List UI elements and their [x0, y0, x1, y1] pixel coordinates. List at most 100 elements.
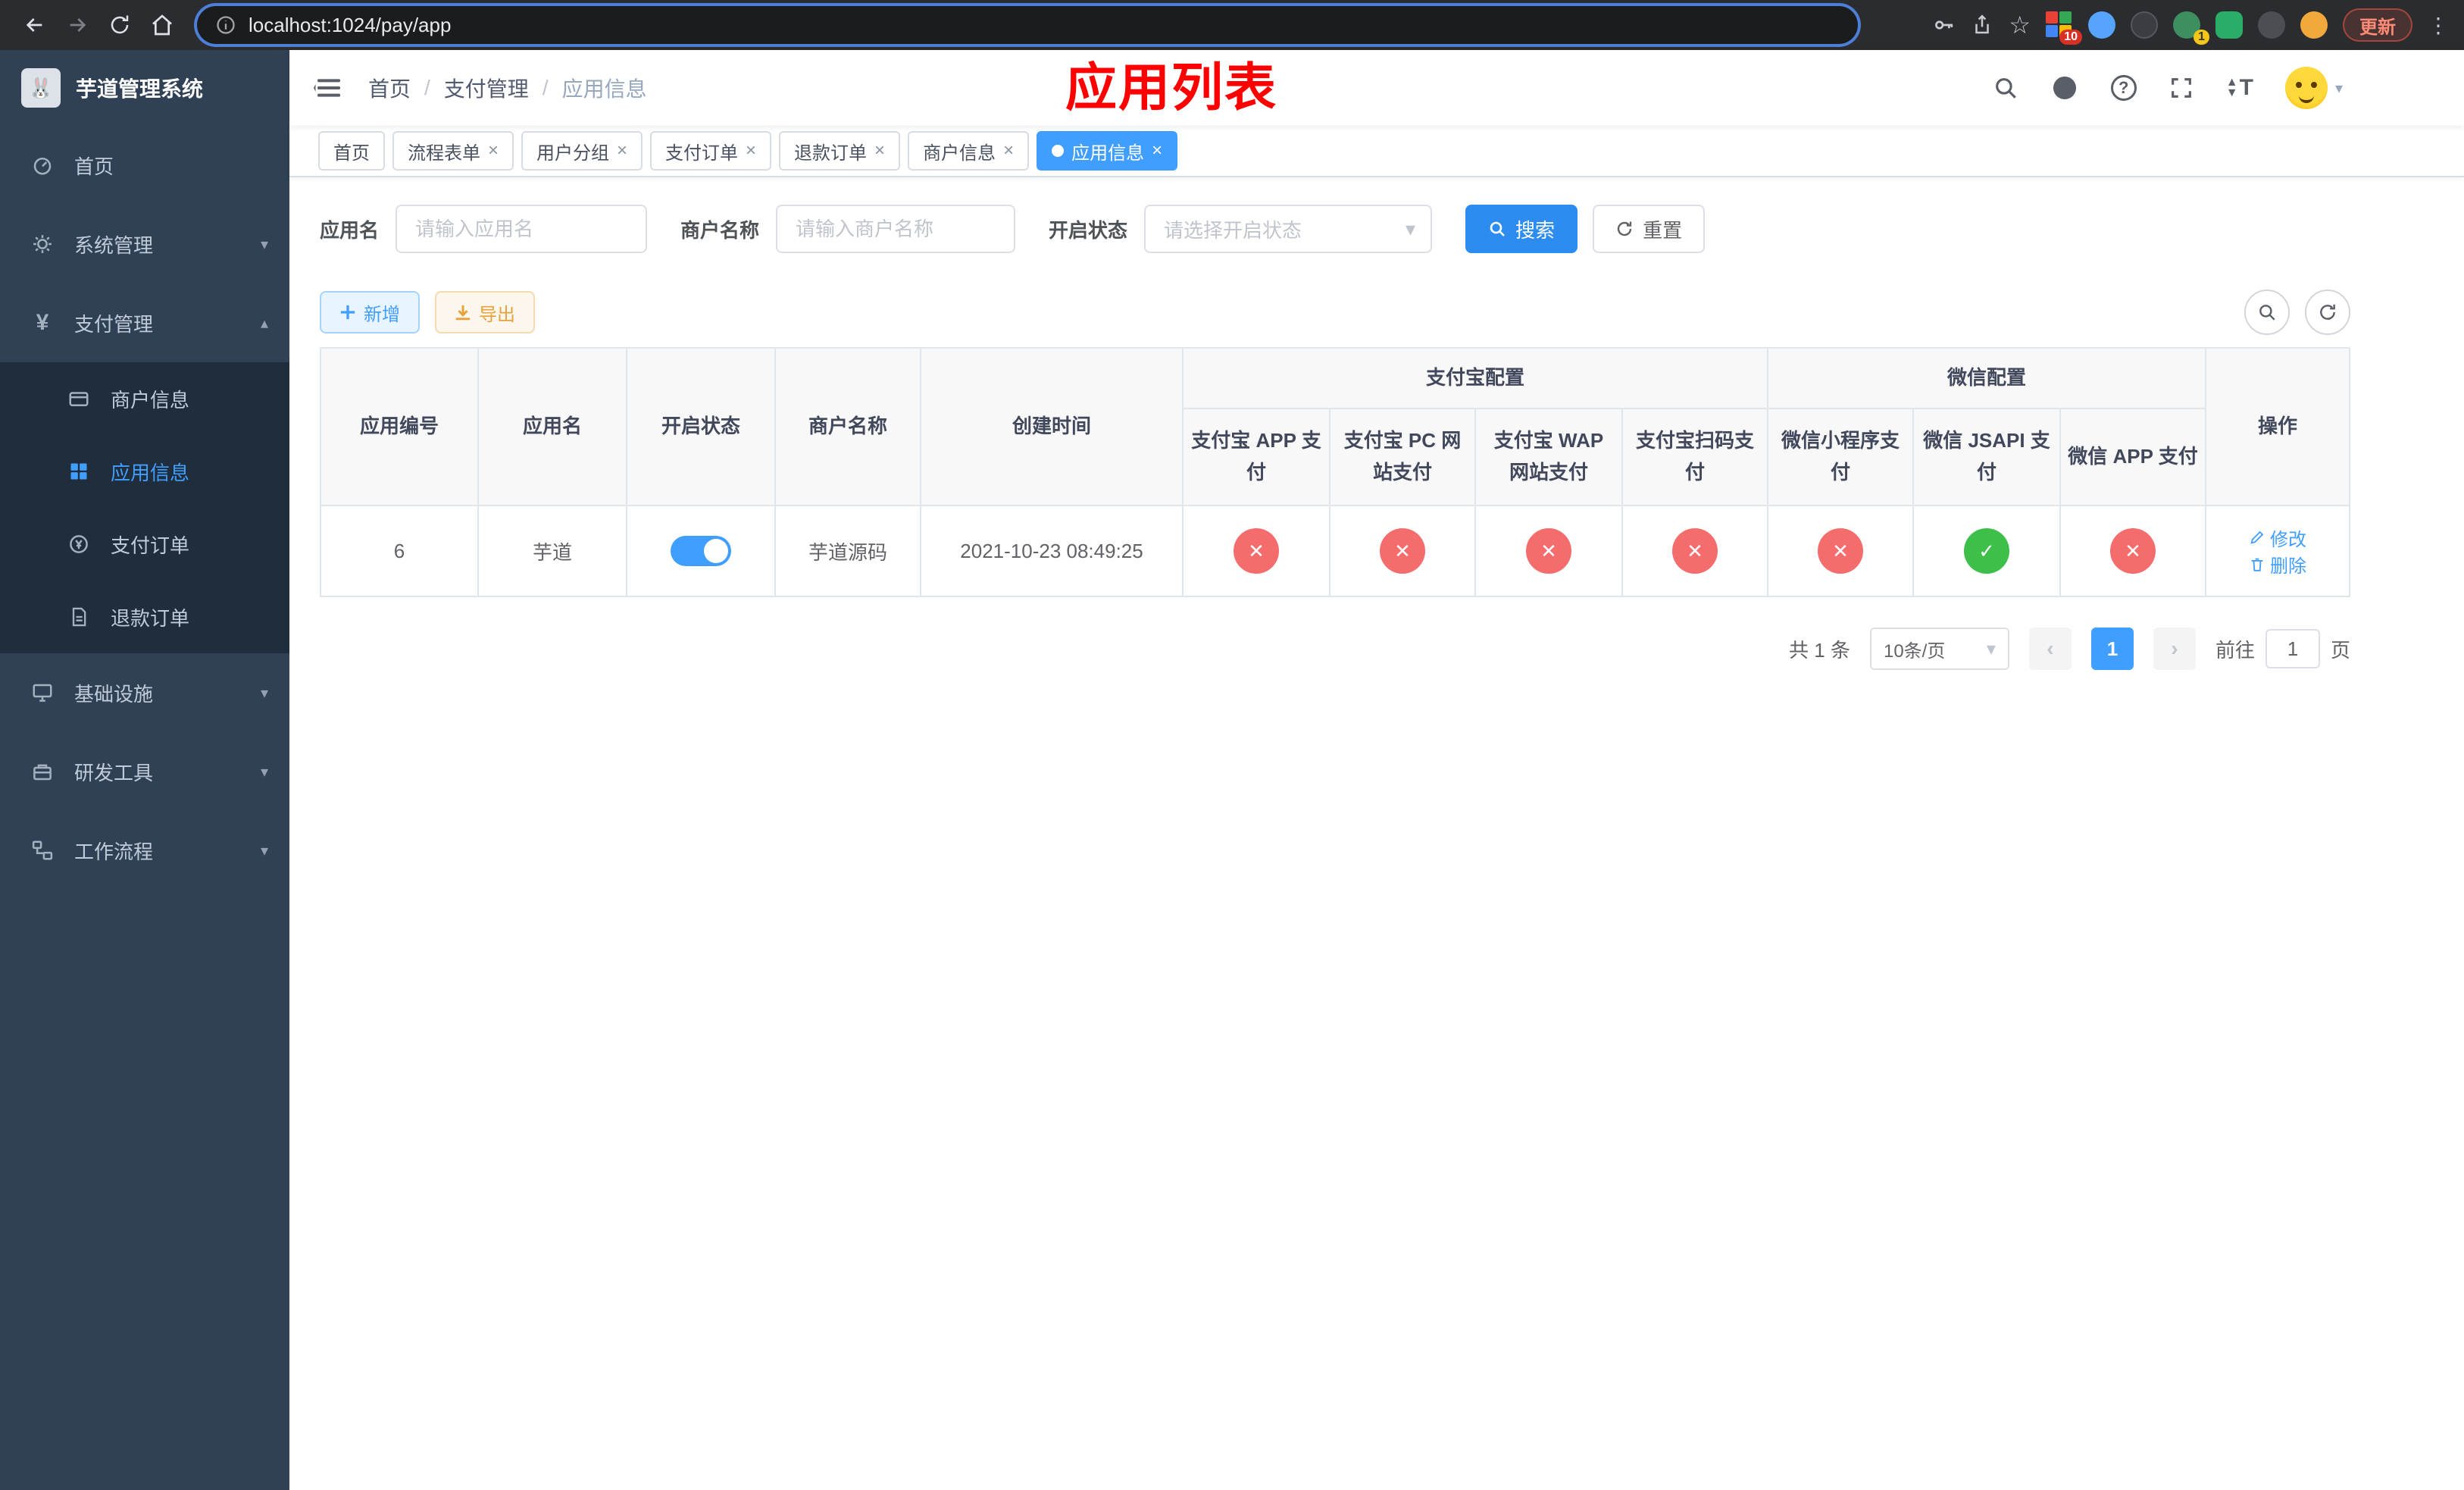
font-size-icon[interactable]: ▲ ▼ T [2226, 75, 2253, 101]
address-bar[interactable]: localhost:1024/pay/app [197, 6, 1858, 44]
extension-drop-icon[interactable] [2088, 11, 2115, 39]
tab-close-icon[interactable]: × [1152, 142, 1162, 160]
merchant-name-input[interactable] [776, 205, 1016, 253]
tab-close-icon[interactable]: × [874, 142, 885, 160]
breadcrumb-separator: / [542, 76, 549, 99]
extension-face-icon[interactable] [2300, 11, 2328, 39]
chevron-down-icon: ▾ [2334, 80, 2343, 97]
tab-pay-order[interactable]: 支付订单 × [650, 131, 772, 171]
cell-wx-mini [1767, 505, 1915, 597]
site-info-icon[interactable] [215, 14, 236, 36]
forward-icon[interactable] [58, 5, 97, 45]
refresh-icon[interactable] [2305, 290, 2350, 335]
extension-wechat-icon[interactable] [2215, 11, 2243, 39]
share-icon[interactable] [1971, 14, 1993, 36]
tab-close-icon[interactable]: × [746, 142, 756, 160]
workflow-icon [30, 838, 55, 862]
browser-chrome: localhost:1024/pay/app ☆ 10 1 更新 ⋮ [0, 0, 2464, 50]
tab-label: 退款订单 [794, 142, 868, 164]
extension-dark-icon[interactable] [2131, 11, 2158, 39]
sidebar-item-label: 首页 [74, 155, 114, 178]
add-button-label: 新增 [364, 304, 400, 325]
sidebar-item-app-info[interactable]: 应用信息 [0, 435, 289, 508]
page-number-button[interactable]: 1 [2090, 628, 2134, 670]
sidebar-item-label: 商户信息 [111, 388, 190, 412]
goto-prefix: 前往 [2215, 638, 2255, 662]
prev-page-button[interactable]: ‹ [2028, 628, 2072, 670]
sidebar-item-pay-order[interactable]: 支付订单 [0, 508, 289, 581]
hide-search-icon[interactable] [2244, 290, 2290, 335]
sidebar-item-payment[interactable]: ¥ 支付管理 ▴ [0, 283, 289, 362]
tab-user-group[interactable]: 用户分组 × [521, 131, 643, 171]
sidebar-item-system[interactable]: 系统管理 ▾ [0, 205, 289, 283]
table-toolbar: 新增 导出 [320, 290, 2350, 335]
tab-label: 首页 [333, 142, 370, 164]
bookmark-star-icon[interactable]: ☆ [2009, 11, 2031, 39]
tab-home[interactable]: 首页 [318, 131, 385, 171]
tab-label: 商户信息 [923, 142, 996, 164]
update-button[interactable]: 更新 [2343, 8, 2412, 42]
dashboard-icon [30, 153, 55, 177]
status-cross-icon [1234, 528, 1279, 574]
breadcrumb-home[interactable]: 首页 [368, 73, 411, 103]
sidebar-item-infrastructure[interactable]: 基础设施 ▾ [0, 653, 289, 732]
github-icon[interactable] [2050, 74, 2079, 102]
tab-close-icon[interactable]: × [1003, 142, 1014, 160]
home-icon[interactable] [142, 5, 182, 45]
status-cross-icon [1526, 528, 1571, 574]
search-icon[interactable] [1993, 75, 2018, 101]
tab-close-icon[interactable]: × [617, 142, 627, 160]
browser-menu-icon[interactable]: ⋮ [2428, 13, 2449, 38]
tab-bar: 首页 流程表单 × 用户分组 × 支付订单 × 退款订单 × 商户信息 × 应用信息 × [289, 126, 2464, 177]
status-select[interactable]: 请选择开启状态 ▾ [1144, 205, 1433, 253]
status-toggle[interactable] [671, 536, 731, 566]
cell-alipay-wap [1474, 505, 1623, 597]
tab-process-form[interactable]: 流程表单 × [392, 131, 514, 171]
goto-page-input[interactable] [2265, 629, 2320, 668]
col-merchant: 商户名称 [774, 347, 921, 506]
app-name-label: 应用名 [320, 218, 380, 242]
user-menu[interactable]: ▾ [2284, 67, 2343, 109]
extension-avatar-icon[interactable]: 1 [2173, 11, 2209, 45]
export-button[interactable]: 导出 [435, 291, 535, 333]
fullscreen-icon[interactable] [2169, 75, 2194, 101]
add-button[interactable]: 新增 [320, 291, 420, 333]
edit-link[interactable]: 修改 [2249, 524, 2306, 551]
chrome-right-cluster: ☆ 10 1 更新 ⋮ [1931, 8, 2449, 45]
tab-app-info[interactable]: 应用信息 × [1037, 131, 1178, 171]
delete-link[interactable]: 删除 [2249, 551, 2306, 578]
back-icon[interactable] [15, 5, 55, 45]
breadcrumb-section[interactable]: 支付管理 [444, 73, 529, 103]
chevron-down-icon: ▾ [260, 842, 268, 859]
sidebar-collapse-icon[interactable] [314, 73, 344, 103]
help-icon[interactable]: ? [2110, 75, 2137, 101]
next-page-button[interactable]: › [2153, 628, 2196, 670]
url-text[interactable]: localhost:1024/pay/app [249, 14, 451, 37]
avatar[interactable] [2284, 67, 2328, 109]
monitor-icon [30, 681, 55, 705]
key-icon[interactable] [1931, 13, 1956, 37]
extension-pin-icon[interactable] [2258, 11, 2285, 39]
reset-button[interactable]: 重置 [1593, 205, 1706, 253]
app-name-input[interactable] [396, 205, 648, 253]
tab-close-icon[interactable]: × [488, 142, 499, 160]
sidebar-item-workflow[interactable]: 工作流程 ▾ [0, 811, 289, 890]
reload-icon[interactable] [100, 5, 139, 45]
sidebar-item-refund-order[interactable]: 退款订单 [0, 581, 289, 653]
tab-refund-order[interactable]: 退款订单 × [779, 131, 901, 171]
chevron-down-icon: ▾ [260, 684, 268, 702]
tab-label: 用户分组 [536, 142, 610, 164]
toolbar-right [2244, 290, 2350, 335]
tab-merchant-info[interactable]: 商户信息 × [908, 131, 1030, 171]
extension-grid-icon[interactable]: 10 [2046, 11, 2082, 45]
merchant-name-label: 商户名称 [680, 218, 760, 242]
sidebar-item-merchant-info[interactable]: 商户信息 [0, 362, 289, 435]
topbar: 首页 / 支付管理 / 应用信息 应用列表 ? ▲ ▼ T ▾ [289, 50, 2464, 126]
sidebar-item-devtools[interactable]: 研发工具 ▾ [0, 732, 289, 811]
search-button[interactable]: 搜索 [1465, 205, 1578, 253]
page-size-select[interactable]: 10条/页 ▾ [1869, 628, 2009, 670]
breadcrumb-separator: / [424, 76, 430, 99]
col-app-id: 应用编号 [320, 347, 479, 506]
sidebar-item-label: 应用信息 [111, 461, 190, 484]
sidebar-item-home[interactable]: 首页 [0, 126, 289, 205]
